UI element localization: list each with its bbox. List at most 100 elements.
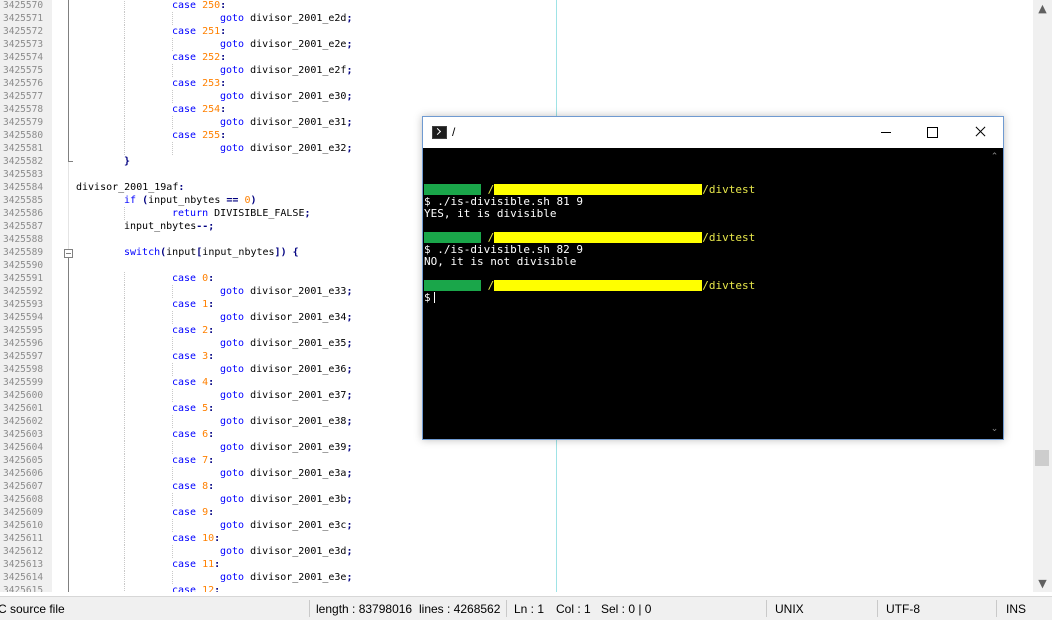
code-text: case 10: — [172, 532, 220, 545]
line-number: 3425581 — [3, 143, 44, 154]
code-token: divisor_2001_19af — [76, 182, 179, 193]
code-line: 3425572 case 251: — [0, 25, 1033, 38]
indent-guide — [172, 389, 173, 402]
code-token: == — [226, 195, 239, 206]
scroll-up-arrow-icon[interactable]: ▲ — [1033, 0, 1052, 17]
indent-guide — [124, 363, 125, 376]
code-text: case 251: — [172, 25, 226, 38]
code-token: divisor_2001_e30 — [250, 91, 347, 102]
code-text: case 5: — [172, 402, 214, 415]
code-text: goto divisor_2001_e3d; — [220, 545, 352, 558]
status-bar: C source file length : 83798016 lines : … — [0, 596, 1052, 620]
code-token: goto — [220, 442, 251, 453]
code-line: 3425607 case 8: — [0, 480, 1033, 493]
status-encoding[interactable]: UTF-8 — [886, 602, 920, 616]
code-token: ; — [346, 65, 353, 76]
indent-guide — [172, 38, 173, 51]
minimize-button[interactable] — [863, 117, 909, 147]
status-separator — [996, 600, 997, 617]
prompt-line: / /divtest — [424, 280, 755, 292]
fold-toggle-icon[interactable] — [64, 249, 73, 258]
code-token: ; — [346, 546, 353, 557]
code-token: divisor_2001_e39 — [250, 442, 347, 453]
code-token: divisor_2001_e36 — [250, 364, 347, 375]
line-number: 3425591 — [3, 273, 44, 284]
scroll-up-arrow-icon[interactable]: ⌃ — [986, 150, 1003, 164]
line-number: 3425608 — [3, 494, 44, 505]
scroll-down-arrow-icon[interactable]: ⌄ — [986, 422, 1003, 436]
code-token: case — [172, 273, 203, 284]
code-token: } — [124, 156, 131, 167]
indent-guide — [172, 493, 173, 506]
editor-vertical-scrollbar[interactable]: ▲ ▼ — [1033, 0, 1052, 592]
code-token: : — [178, 182, 185, 193]
code-token: goto — [220, 520, 251, 531]
code-token: input_nbytes — [148, 195, 227, 206]
code-token: : — [214, 559, 221, 570]
code-text: case 254: — [172, 103, 226, 116]
code-token: ; — [346, 494, 353, 505]
code-text: case 2: — [172, 324, 214, 337]
code-token: ; — [346, 572, 353, 583]
code-token: case — [172, 351, 203, 362]
code-token: case — [172, 78, 203, 89]
code-token: if — [124, 195, 143, 206]
code-token: case — [172, 52, 203, 63]
status-separator — [506, 600, 507, 617]
code-token: switch — [124, 247, 161, 258]
terminal-titlebar[interactable]: / — [423, 117, 1003, 148]
code-text: divisor_2001_19af: — [76, 181, 184, 194]
redacted-path — [494, 184, 703, 195]
terminal-scrollbar[interactable]: ⌃ ⌄ — [986, 148, 1003, 439]
indent-guide — [172, 12, 173, 25]
code-text: case 252: — [172, 51, 226, 64]
indent-guide — [124, 428, 125, 441]
indent-guide — [172, 441, 173, 454]
scroll-down-arrow-icon[interactable]: ▼ — [1033, 575, 1052, 592]
indent-guide — [124, 571, 125, 584]
code-line: 3425578 case 254: — [0, 103, 1033, 116]
indent-guide — [124, 285, 125, 298]
indent-guide — [124, 103, 125, 116]
code-token: divisor_2001_e34 — [250, 312, 347, 323]
code-token: : — [220, 26, 227, 37]
code-line: 3425574 case 252: — [0, 51, 1033, 64]
code-text: goto divisor_2001_e38; — [220, 415, 352, 428]
status-insert-mode[interactable]: INS — [1006, 602, 1026, 616]
scrollbar-thumb[interactable] — [1035, 450, 1049, 466]
code-text: case 255: — [172, 129, 226, 142]
code-token: case — [172, 429, 203, 440]
indent-guide — [172, 571, 173, 584]
current-prompt[interactable]: $ — [424, 292, 435, 304]
code-token: : — [220, 52, 227, 63]
code-line: 3425604 goto divisor_2001_e39; — [0, 441, 1033, 454]
line-number: 3425594 — [3, 312, 44, 323]
prompt-path-suffix: /divtest — [702, 231, 756, 244]
prompt-symbol: $ — [424, 291, 431, 304]
code-token: 10 — [202, 533, 215, 544]
line-number: 3425598 — [3, 364, 44, 375]
code-token: goto — [220, 91, 251, 102]
code-text: goto divisor_2001_e3e; — [220, 571, 352, 584]
indent-guide — [172, 363, 173, 376]
maximize-button[interactable] — [909, 117, 955, 147]
close-button[interactable] — [957, 117, 1003, 147]
code-line: 3425570 case 250: — [0, 0, 1033, 12]
code-text: case 6: — [172, 428, 214, 441]
code-token: goto — [220, 39, 251, 50]
code-token: case — [172, 0, 203, 11]
terminal-window[interactable]: / //divtest $ ./is-divisible.sh 81 9 YES… — [422, 116, 1004, 440]
status-eol[interactable]: UNIX — [775, 602, 804, 616]
code-token: ; — [346, 442, 353, 453]
code-line: 3425606 goto divisor_2001_e3a; — [0, 467, 1033, 480]
code-text: goto divisor_2001_e31; — [220, 116, 352, 129]
indent-guide — [124, 51, 125, 64]
line-number: 3425575 — [3, 65, 44, 76]
terminal-output[interactable]: //divtest $ ./is-divisible.sh 81 9 YES, … — [423, 148, 986, 439]
code-line: 3425571 goto divisor_2001_e2d; — [0, 12, 1033, 25]
code-token: case — [172, 507, 203, 518]
text-cursor — [433, 292, 435, 303]
code-token: 250 — [202, 0, 221, 11]
indent-guide — [124, 376, 125, 389]
code-token: goto — [220, 572, 251, 583]
